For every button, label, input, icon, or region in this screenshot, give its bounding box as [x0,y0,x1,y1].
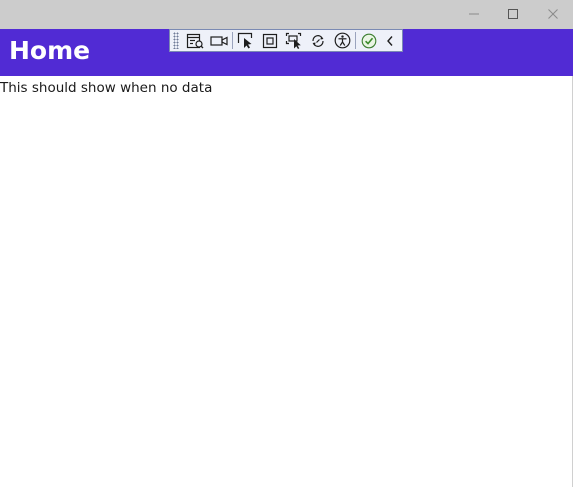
binding-failures-button[interactable] [357,30,381,51]
accessibility-checker-button[interactable] [330,30,354,51]
close-icon [548,9,558,19]
video-camera-icon [210,35,228,46]
empty-view-message: This should show when no data [0,80,213,96]
select-element-button[interactable] [234,30,258,51]
hot-reload-button[interactable] [306,30,330,51]
title-bar[interactable] [0,0,573,29]
binding-failures-check-icon [361,33,377,48]
track-focused-element-icon [285,32,302,49]
maximize-icon [508,9,518,19]
select-element-icon [237,32,253,49]
track-focus-button[interactable] [282,30,306,51]
xaml-debug-toolbar[interactable] [169,29,403,52]
minimize-button[interactable] [455,0,493,28]
app-window: Home This should show when no data [0,0,573,487]
accessibility-icon [334,32,350,49]
live-visual-tree-button[interactable] [183,30,207,51]
minimize-icon [469,13,479,15]
page-title: Home [9,36,91,65]
live-visual-tree-icon [186,33,204,48]
toolbar-drag-handle[interactable] [173,32,179,49]
toolbar-separator [232,32,233,49]
hot-reload-icon [312,34,324,47]
layout-adorners-button[interactable] [258,30,282,51]
close-button[interactable] [534,0,572,28]
maximize-button[interactable] [494,0,532,28]
toolbar-separator [355,32,356,49]
display-layout-adorners-icon [262,33,278,48]
collapse-chevron-icon [387,35,393,46]
video-record-button[interactable] [207,30,231,51]
collapse-toolbar-button[interactable] [381,30,399,51]
